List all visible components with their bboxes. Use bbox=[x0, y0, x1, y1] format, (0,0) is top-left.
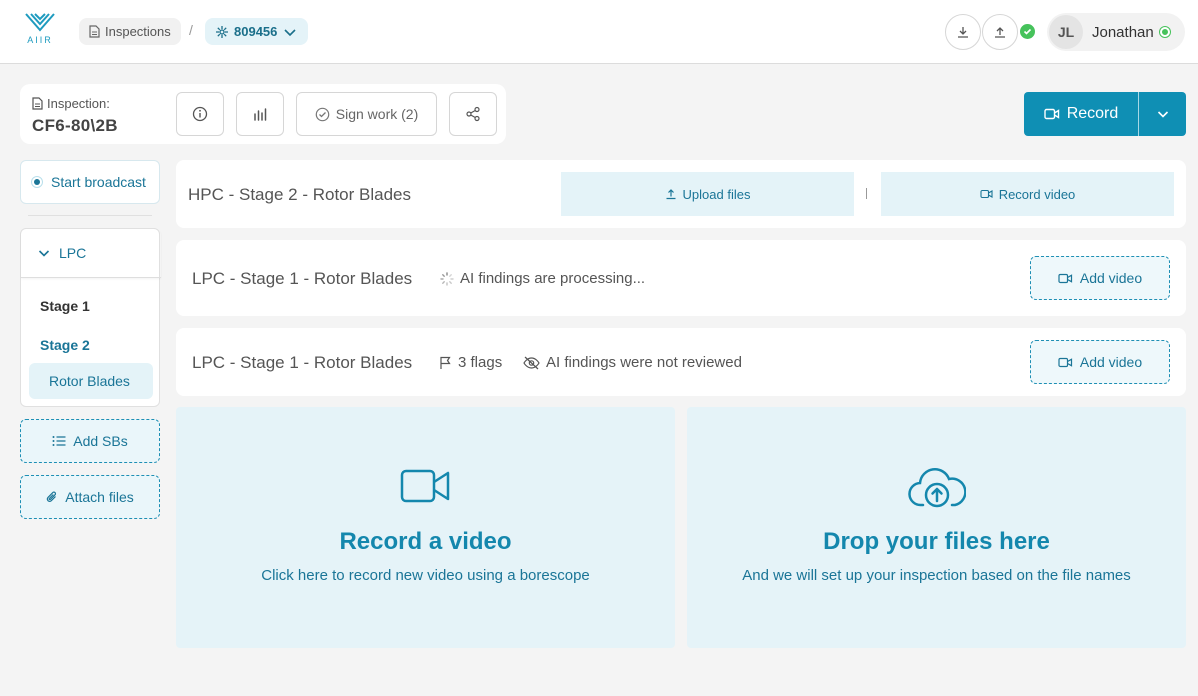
sign-work-button[interactable]: Sign work (2) bbox=[296, 92, 437, 136]
add-sbs-label: Add SBs bbox=[73, 433, 128, 449]
ai-review-label: AI findings were not reviewed bbox=[546, 354, 742, 371]
tree-group-lpc[interactable]: LPC bbox=[21, 229, 161, 278]
upload-files-button[interactable]: Upload files bbox=[561, 172, 854, 216]
eye-off-icon bbox=[523, 356, 540, 369]
paperclip-icon bbox=[47, 491, 57, 502]
breadcrumb-inspections[interactable]: Inspections bbox=[79, 18, 181, 45]
document-icon bbox=[89, 25, 100, 38]
tree-group-label: LPC bbox=[59, 245, 87, 261]
attach-files-label: Attach files bbox=[65, 489, 134, 505]
ai-processing-label: AI findings are processing... bbox=[460, 270, 646, 287]
chevron-down-icon bbox=[38, 250, 50, 257]
upload-files-label: Upload files bbox=[682, 186, 751, 202]
bar-chart-icon bbox=[254, 108, 267, 121]
record-divider bbox=[1138, 92, 1139, 136]
loading-spinner-icon bbox=[440, 271, 454, 286]
broadcast-radio-icon bbox=[31, 176, 43, 188]
drop-files-subtitle: And we will set up your inspection based… bbox=[742, 567, 1131, 584]
ai-review-status: AI findings were not reviewed bbox=[523, 354, 742, 371]
flags-count: 3 flags bbox=[439, 354, 502, 371]
video-camera-icon bbox=[1058, 273, 1072, 283]
aiir-logo[interactable]: AIIR bbox=[20, 10, 60, 50]
add-sbs-button[interactable]: Add SBs bbox=[20, 419, 160, 463]
breadcrumb-inspections-label: Inspections bbox=[105, 24, 171, 39]
top-bar: AIIR Inspections / 809456 JL Jonathan bbox=[0, 0, 1198, 64]
sign-work-label: Sign work (2) bbox=[335, 106, 419, 122]
row-action-divider bbox=[866, 188, 867, 199]
add-video-label: Add video bbox=[1079, 270, 1143, 286]
record-video-dropzone[interactable]: Record a video Click here to record new … bbox=[176, 407, 675, 648]
record-video-label: Record video bbox=[998, 186, 1076, 202]
sync-status-icon bbox=[1020, 24, 1035, 39]
record-split-button: Record bbox=[1024, 92, 1186, 136]
tree-item-stage-2[interactable]: Stage 2 bbox=[40, 337, 90, 353]
attach-files-button[interactable]: Attach files bbox=[20, 475, 160, 519]
video-camera-icon bbox=[1058, 357, 1072, 367]
user-name: Jonathan bbox=[1092, 23, 1154, 41]
online-status-icon bbox=[1159, 27, 1170, 37]
record-video-subtitle: Click here to record new video using a b… bbox=[261, 567, 590, 584]
record-options-button[interactable] bbox=[1139, 92, 1186, 136]
record-video-button[interactable]: Record video bbox=[881, 172, 1174, 216]
section-row: LPC - Stage 1 - Rotor Blades 3 flags AI … bbox=[176, 328, 1186, 396]
info-icon bbox=[192, 106, 208, 122]
download-icon bbox=[958, 27, 968, 38]
logo-text: AIIR bbox=[27, 35, 53, 45]
add-video-label: Add video bbox=[1079, 354, 1143, 370]
sidebar-divider bbox=[28, 215, 152, 216]
record-label: Record bbox=[1066, 105, 1119, 122]
flags-label: 3 flags bbox=[458, 354, 503, 371]
inspection-label-text: Inspection: bbox=[47, 96, 110, 111]
list-icon bbox=[52, 436, 66, 446]
section-tree: LPC Stage 1 Stage 2 Rotor Blades bbox=[20, 228, 161, 407]
video-camera-icon bbox=[400, 469, 449, 503]
chevron-down-icon bbox=[1157, 111, 1168, 118]
upload-icon bbox=[666, 189, 676, 200]
cloud-upload-icon bbox=[907, 468, 966, 508]
video-camera-icon bbox=[1044, 108, 1059, 120]
record-button[interactable]: Record bbox=[1024, 92, 1138, 136]
drop-files-title: Drop your files here bbox=[823, 528, 1050, 555]
check-circle-icon bbox=[315, 107, 330, 121]
start-broadcast-label: Start broadcast bbox=[51, 174, 146, 190]
add-video-button[interactable]: Add video bbox=[1030, 340, 1170, 384]
row-title: LPC - Stage 1 - Rotor Blades bbox=[192, 269, 413, 288]
start-broadcast-button[interactable]: Start broadcast bbox=[20, 160, 160, 204]
info-button[interactable] bbox=[176, 92, 224, 136]
upload-icon bbox=[995, 27, 1005, 38]
chevron-down-icon bbox=[284, 28, 296, 36]
section-row: LPC - Stage 1 - Rotor Blades AI findings… bbox=[176, 240, 1186, 316]
video-camera-icon bbox=[980, 189, 993, 199]
stats-button[interactable] bbox=[236, 92, 284, 136]
drop-icon-wrapper bbox=[687, 465, 1186, 511]
row-title: LPC - Stage 1 - Rotor Blades bbox=[192, 353, 413, 372]
breadcrumb-engine[interactable]: 809456 bbox=[205, 18, 309, 45]
document-icon bbox=[32, 97, 43, 110]
ai-processing-status: AI findings are processing... bbox=[440, 270, 645, 287]
share-icon bbox=[466, 106, 480, 122]
avatar: JL bbox=[1049, 15, 1083, 49]
upload-button[interactable] bbox=[982, 14, 1018, 50]
row-title: HPC - Stage 2 - Rotor Blades bbox=[188, 185, 411, 204]
inspection-card: Inspection: CF6-80\2B Sign work (2) bbox=[20, 84, 506, 144]
flag-icon bbox=[440, 356, 451, 369]
section-row: HPC - Stage 2 - Rotor Blades Upload file… bbox=[176, 160, 1186, 228]
record-video-title: Record a video bbox=[339, 528, 512, 555]
download-button[interactable] bbox=[945, 14, 981, 50]
inspection-label: Inspection: bbox=[32, 96, 110, 111]
breadcrumb-engine-label: 809456 bbox=[234, 24, 278, 39]
tree-item-rotor-blades[interactable]: Rotor Blades bbox=[29, 363, 153, 399]
tree-item-stage-1[interactable]: Stage 1 bbox=[40, 298, 90, 314]
share-button[interactable] bbox=[449, 92, 497, 136]
add-video-button[interactable]: Add video bbox=[1030, 256, 1170, 300]
file-dropzone[interactable]: Drop your files here And we will set up … bbox=[687, 407, 1186, 648]
user-menu[interactable]: JL Jonathan bbox=[1047, 13, 1185, 51]
inspection-value: CF6-80\2B bbox=[32, 116, 118, 135]
breadcrumb-separator: / bbox=[189, 22, 193, 38]
engine-icon bbox=[216, 25, 228, 38]
drop-icon-wrapper bbox=[176, 467, 675, 505]
